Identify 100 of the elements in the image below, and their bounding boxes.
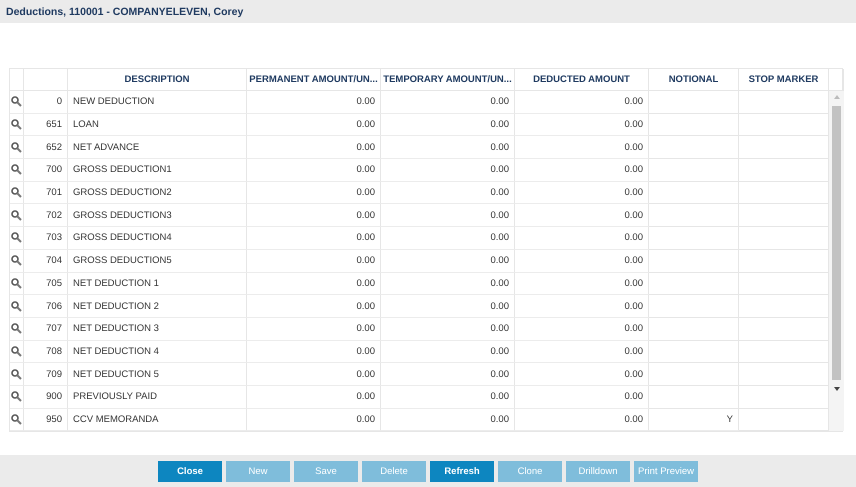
table-cell: 0.00 (381, 318, 515, 341)
table-cell: 706 (24, 295, 68, 318)
column-header: DESCRIPTION (68, 69, 247, 91)
column-header: PERMANENT AMOUNT/UN... (247, 69, 381, 91)
table-cell: 0.00 (381, 159, 515, 182)
table-cell: NET DEDUCTION 1 (68, 272, 247, 296)
search-icon[interactable] (11, 119, 22, 130)
table-cell: 0.00 (247, 159, 381, 182)
table-cell: 0.00 (381, 363, 515, 386)
table-cell: PREVIOUSLY PAID (68, 386, 247, 409)
search-icon[interactable] (11, 278, 22, 289)
table-cell: 0.00 (515, 136, 649, 160)
table-cell: 0 (24, 91, 68, 114)
table-cell: 0.00 (381, 136, 515, 160)
table-cell: 0.00 (247, 340, 381, 364)
table-cell: NEW DEDUCTION (68, 91, 247, 114)
table-cell: 0.00 (515, 408, 649, 432)
table-cell: 0.00 (381, 204, 515, 228)
table-cell: 0.00 (247, 136, 381, 160)
action-button[interactable]: Refresh (430, 460, 494, 482)
table-cell: 701 (24, 182, 68, 204)
search-icon[interactable] (11, 210, 22, 221)
table-cell: LOAN (68, 114, 247, 136)
table-cell: 0.00 (247, 363, 381, 386)
table-cell: 0.00 (247, 227, 381, 250)
table-cell: 707 (24, 318, 68, 341)
table-cell: 950 (24, 408, 68, 432)
table-cell: GROSS DEDUCTION3 (68, 204, 247, 228)
table-cell: 0.00 (515, 318, 649, 341)
table-cell: 0.00 (381, 250, 515, 272)
table-cell: 0.00 (515, 114, 649, 136)
search-icon[interactable] (11, 346, 22, 357)
table-cell: 0.00 (381, 340, 515, 364)
table-cell: 0.00 (515, 91, 649, 114)
search-icon[interactable] (11, 414, 22, 425)
table-cell: 703 (24, 227, 68, 250)
search-icon[interactable] (11, 368, 22, 380)
table-cell: 700 (24, 159, 68, 182)
table-cell: 0.00 (515, 159, 649, 182)
search-icon[interactable] (11, 164, 22, 176)
table-cell: 709 (24, 363, 68, 386)
table-cell: 0.00 (247, 250, 381, 272)
search-icon[interactable] (11, 142, 22, 153)
table-cell: NET DEDUCTION 3 (68, 318, 247, 341)
search-icon[interactable] (11, 96, 22, 108)
table-cell: 0.00 (381, 272, 515, 296)
search-icon[interactable] (11, 187, 22, 198)
table-cell: GROSS DEDUCTION1 (68, 159, 247, 182)
table-cell: 0.00 (381, 295, 515, 318)
table-cell: 0.00 (247, 272, 381, 296)
table-cell: 0.00 (381, 386, 515, 409)
table-cell: GROSS DEDUCTION2 (68, 182, 247, 204)
table-cell: 900 (24, 386, 68, 409)
table-cell: 0.00 (247, 318, 381, 341)
table-cell: 0.00 (515, 363, 649, 386)
table-cell: 0.00 (381, 408, 515, 432)
table-cell: CCV MEMORANDA (68, 408, 247, 432)
column-header: TEMPORARY AMOUNT/UN... (381, 69, 515, 91)
table-cell: NET DEDUCTION 2 (68, 295, 247, 318)
search-icon[interactable] (11, 255, 22, 266)
search-icon[interactable] (11, 323, 22, 334)
table-cell: Y (649, 408, 739, 432)
table-cell: 652 (24, 136, 68, 160)
action-button[interactable]: Close (158, 460, 222, 482)
table-cell: 0.00 (247, 408, 381, 432)
table-cell: 705 (24, 272, 68, 296)
table-cell: 651 (24, 114, 68, 136)
table-cell: 0.00 (515, 250, 649, 272)
table-cell: 704 (24, 250, 68, 272)
table-cell: 0.00 (515, 182, 649, 204)
column-header: STOP MARKER (739, 69, 829, 91)
table-cell: 0.00 (381, 114, 515, 136)
search-icon[interactable] (11, 391, 22, 402)
scrollbar[interactable] (829, 91, 844, 432)
table-cell: 0.00 (247, 295, 381, 318)
table-cell: 0.00 (381, 182, 515, 204)
table-cell: 0.00 (247, 386, 381, 409)
window-title: Deductions, 110001 - COMPANYELEVEN, Corey (6, 6, 244, 18)
search-icon[interactable] (11, 300, 22, 312)
table-cell: 708 (24, 340, 68, 364)
table-cell: 0.00 (515, 386, 649, 409)
table-cell: 0.00 (515, 340, 649, 364)
table-cell: 0.00 (515, 272, 649, 296)
search-icon[interactable] (11, 232, 22, 244)
table-cell: 0.00 (247, 182, 381, 204)
column-header: DEDUCTED AMOUNT (515, 69, 649, 91)
table-cell: 0.00 (515, 227, 649, 250)
table-cell: GROSS DEDUCTION4 (68, 227, 247, 250)
table-cell: 0.00 (247, 91, 381, 114)
table-cell: NET ADVANCE (68, 136, 247, 160)
table-cell: 0.00 (381, 91, 515, 114)
table-cell: NET DEDUCTION 5 (68, 363, 247, 386)
table-cell: 702 (24, 204, 68, 228)
table-cell: 0.00 (381, 227, 515, 250)
table-cell: GROSS DEDUCTION5 (68, 250, 247, 272)
scroll-down-icon[interactable] (834, 387, 840, 391)
table-cell: 0.00 (247, 204, 381, 228)
column-header: NOTIONAL (649, 69, 739, 91)
table-cell: 0.00 (515, 295, 649, 318)
table-cell: 0.00 (247, 114, 381, 136)
